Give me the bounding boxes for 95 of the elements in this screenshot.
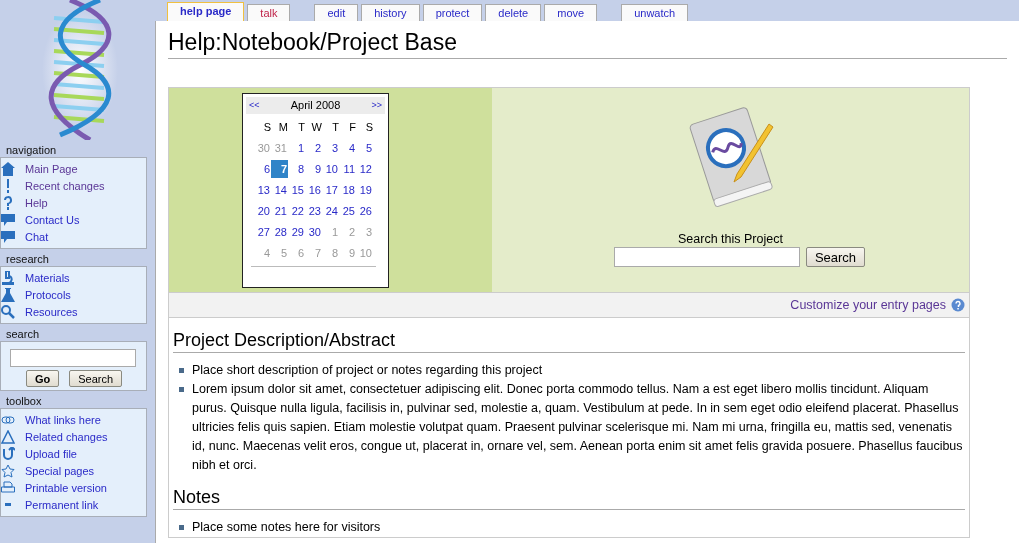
calendar-day[interactable]: 15: [288, 180, 305, 199]
calendar-day[interactable]: 13: [254, 180, 271, 199]
flask-icon: [1, 287, 15, 302]
calendar-day[interactable]: 25: [339, 201, 356, 220]
page-tab[interactable]: delete: [485, 4, 542, 21]
weekday-label: S: [262, 119, 271, 135]
calendar-day[interactable]: 29: [288, 222, 305, 241]
calendar-day[interactable]: 1: [288, 138, 305, 157]
calendar-day[interactable]: 9: [305, 159, 322, 178]
sidebar-link[interactable]: Help: [1, 194, 146, 211]
help-icon[interactable]: [951, 298, 965, 312]
dash-icon: [5, 503, 11, 506]
previous-month-link[interactable]: <<: [249, 100, 260, 110]
calendar-day[interactable]: 16: [305, 180, 322, 199]
calendar-day[interactable]: 22: [288, 201, 305, 220]
question-icon: [1, 195, 15, 210]
star-icon: [1, 463, 15, 478]
speech-bubble-icon: [1, 229, 15, 244]
page-tab[interactable]: talk: [247, 4, 291, 21]
portlet-title: toolbox: [5, 394, 43, 408]
calendar-day[interactable]: 24: [322, 201, 339, 220]
calendar-day[interactable]: 30: [305, 222, 322, 241]
list-item-text: Lorem ipsum dolor sit amet, consectetuer adipiscing elit. Donec porta commodo tellus. Nam a est eget libero mollis tincidunt. Aliquam purus. Quisque nulla ligula, facilisis in, pulvinar sed, molestie a, quam. Vestibulum at pede. In in sem eget odio eleifend placerat. Phasellus ultricies felis quis sapien. Etiam molestie volutpat quam. Praesent pulvinar scelerisque mi. Nam mi urna, fringilla eu, mattis sed, venenatis id, nunc. Maecenas velit eros, congue ut, placerat in, ornare vel, sem. Aenean porta enim sit amet felis gravida posuere. Phasellus faucibus nibh et orci.: [192, 381, 964, 474]
go-button[interactable]: Go: [26, 370, 60, 387]
portlet-title: research: [5, 252, 50, 266]
sidebar-link[interactable]: Printable version: [1, 479, 146, 496]
calendar-day[interactable]: 21: [271, 201, 288, 220]
section-heading: Project Description/Abstract: [173, 330, 965, 353]
bullet-icon: [179, 368, 184, 373]
page-tab[interactable]: unwatch: [621, 4, 689, 21]
calendar-day[interactable]: 7: [271, 159, 288, 178]
page-tab[interactable]: history: [361, 4, 420, 21]
page-tab[interactable]: move: [544, 4, 598, 21]
list-item-text: Place short description of project or notes regarding this project: [192, 362, 543, 379]
calendar-day[interactable]: 8: [288, 159, 305, 178]
sidebar-link[interactable]: Contact Us: [1, 211, 146, 228]
page-tab[interactable]: edit: [314, 4, 359, 21]
calendar-day[interactable]: 5: [356, 138, 373, 157]
list-item-text: Place some notes here for visitors: [192, 519, 381, 536]
calendar-day[interactable]: 10: [322, 159, 339, 178]
next-month-link[interactable]: >>: [371, 100, 382, 110]
u-arrow-icon: [1, 446, 15, 461]
sidebar-link[interactable]: Upload file: [1, 445, 146, 462]
page-title: Help:Notebook/Project Base: [168, 29, 1007, 59]
search-button[interactable]: Search: [69, 370, 123, 387]
calendar-day[interactable]: 2: [305, 138, 322, 157]
search-button[interactable]: Search: [805, 247, 866, 267]
search-field[interactable]: [10, 349, 136, 367]
portlet-title: search: [5, 327, 41, 341]
weekday-label: T: [297, 119, 305, 135]
page-tab[interactable]: protect: [422, 4, 483, 21]
sidebar-link[interactable]: Protocols: [1, 286, 146, 303]
calendar-month: April 2008: [290, 99, 341, 111]
calendar-day[interactable]: 18: [339, 180, 356, 199]
calendar-day[interactable]: 23: [305, 201, 322, 220]
weekday-label: W: [310, 119, 322, 135]
calendar-day[interactable]: 26: [356, 201, 373, 220]
calendar-day[interactable]: 27: [254, 222, 271, 241]
printer-icon: [1, 480, 15, 495]
sidebar-link[interactable]: Materials: [1, 269, 146, 286]
calendar-day[interactable]: 11: [339, 159, 356, 178]
sidebar-link[interactable]: Recent changes: [1, 177, 146, 194]
calendar-day[interactable]: 28: [271, 222, 288, 241]
customize-link[interactable]: Customize your entry pages: [790, 298, 946, 312]
page-tab[interactable]: help page: [167, 2, 245, 21]
calendar-day[interactable]: 3: [322, 138, 339, 157]
bullet-icon: [179, 525, 184, 530]
section-heading: Notes: [173, 487, 965, 510]
calendar-day[interactable]: 12: [356, 159, 373, 178]
sidebar-link[interactable]: Special pages: [1, 462, 146, 479]
sidebar-link[interactable]: What links here: [1, 411, 146, 428]
project-search-field[interactable]: [613, 247, 800, 267]
calendar-day[interactable]: 4: [339, 138, 356, 157]
calendar-day[interactable]: 17: [322, 180, 339, 199]
sidebar-link[interactable]: Permanent link: [1, 496, 146, 513]
weekday-label: S: [364, 119, 373, 135]
calendar-day[interactable]: 6: [254, 159, 271, 178]
sidebar-link[interactable]: Main Page: [1, 160, 146, 177]
calendar-day[interactable]: 20: [254, 201, 271, 220]
portlet-title: navigation: [5, 143, 58, 157]
weekday-label: T: [331, 119, 339, 135]
triangle-icon: [1, 429, 15, 444]
sidebar-link[interactable]: Resources: [1, 303, 146, 320]
weekday-label: M: [277, 119, 288, 135]
bullet-icon: [179, 387, 184, 392]
sidebar-link[interactable]: Chat: [1, 228, 146, 245]
house-icon: [1, 161, 15, 176]
weekday-label: F: [348, 119, 356, 135]
search-icon: [1, 304, 15, 319]
speech-bubble-icon: [1, 212, 15, 227]
sidebar-link[interactable]: Related changes: [1, 428, 146, 445]
calendar-day[interactable]: 14: [271, 180, 288, 199]
microscope-icon: [1, 270, 15, 285]
search-label: Search this Project: [678, 232, 783, 246]
calendar-day[interactable]: 19: [356, 180, 373, 199]
